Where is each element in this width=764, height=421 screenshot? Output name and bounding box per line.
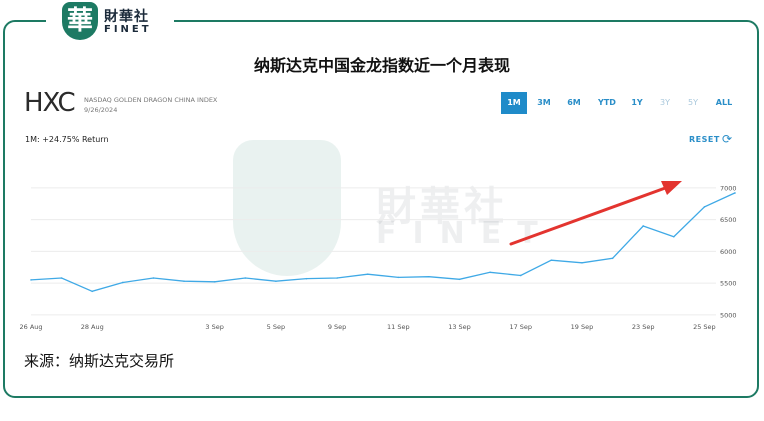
data-point (305, 277, 308, 280)
y-tick-label: 5000 (720, 311, 737, 319)
x-tick-label: 11 Sep (387, 323, 410, 331)
x-tick-label: 28 Aug (81, 323, 104, 331)
data-point (703, 206, 706, 208)
data-point (428, 275, 430, 278)
x-tick-label: 19 Sep (571, 323, 594, 331)
y-tick-label: 5500 (720, 280, 737, 288)
x-tick-label: 3 Sep (205, 323, 223, 331)
data-point (60, 277, 63, 279)
series-line (30, 192, 736, 292)
data-point (275, 280, 277, 282)
annotation-arrow (509, 181, 682, 246)
data-point (519, 274, 522, 277)
x-tick-label: 26 Aug (19, 323, 42, 331)
data-point (734, 192, 736, 194)
series-points (30, 192, 736, 293)
x-tick-label: 23 Sep (632, 323, 655, 331)
data-point (611, 257, 614, 260)
source-note: 来源：纳斯达克交易所 (24, 352, 175, 370)
x-tick-label: 5 Sep (267, 323, 285, 331)
data-point (550, 259, 553, 262)
data-point (366, 273, 369, 276)
data-point (244, 277, 247, 279)
data-point (122, 281, 124, 284)
x-tick-label: 13 Sep (448, 323, 471, 331)
x-axis-ticks: 26 Aug 28 Aug 3 Sep 5 Sep 9 Sep 11 Sep 13 Sep 1… (19, 323, 715, 331)
y-tick-label: 6000 (720, 248, 737, 256)
data-point (152, 277, 155, 279)
y-tick-label: 7000 (720, 184, 737, 192)
data-point (213, 281, 216, 283)
y-tick-label: 6500 (720, 216, 737, 224)
data-point (91, 290, 94, 293)
data-point (489, 271, 491, 274)
data-point (30, 279, 32, 281)
arrow-shaft (509, 185, 670, 246)
x-tick-label: 9 Sep (328, 323, 346, 331)
data-point (397, 276, 400, 279)
data-point (642, 225, 644, 227)
data-point (581, 261, 583, 264)
data-point (672, 235, 675, 238)
x-tick-label: 25 Sep (693, 323, 716, 331)
y-axis-ticks: 5000 5500 6000 6500 7000 (720, 184, 737, 319)
x-tick-label: 17 Sep (509, 323, 532, 331)
data-point (183, 280, 185, 282)
data-point (336, 277, 338, 279)
data-point (458, 278, 461, 281)
